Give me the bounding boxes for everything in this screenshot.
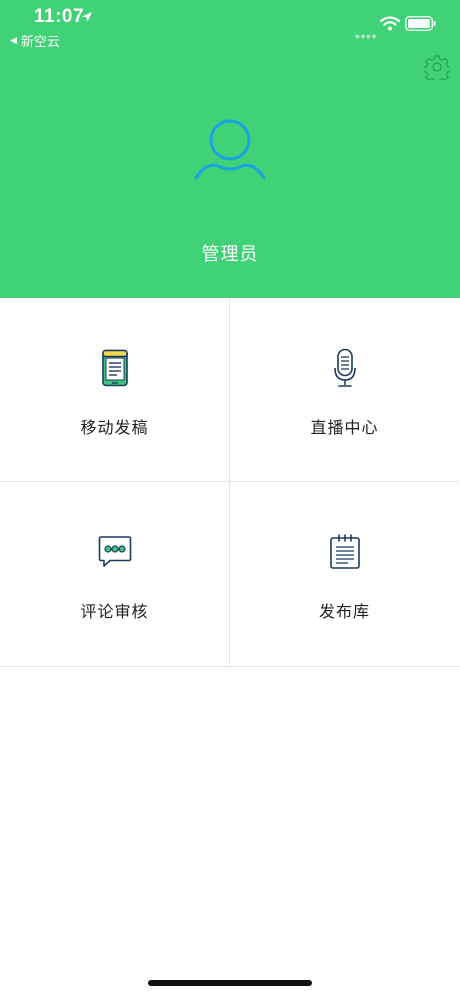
battery-icon bbox=[405, 16, 437, 36]
tile-label: 直播中心 bbox=[310, 420, 379, 437]
home-indicator[interactable] bbox=[148, 980, 312, 986]
status-time: 11:07 bbox=[34, 6, 85, 27]
back-button[interactable]: ◀ 新空云 bbox=[10, 31, 60, 50]
mobile-publish-tile[interactable]: 移动发稿 bbox=[0, 298, 230, 482]
avatar-icon[interactable] bbox=[194, 118, 266, 185]
notepad-icon bbox=[329, 532, 361, 572]
location-arrow-icon bbox=[81, 10, 93, 28]
microphone-icon bbox=[332, 348, 358, 388]
tile-label: 移动发稿 bbox=[80, 420, 149, 437]
wifi-icon bbox=[379, 16, 401, 36]
tile-label: 发布库 bbox=[318, 604, 370, 621]
mobile-document-icon bbox=[101, 348, 129, 388]
status-bar: 11:07 bbox=[0, 0, 460, 39]
back-arrow-icon: ◀ bbox=[10, 35, 17, 45]
chat-bubble-icon bbox=[98, 532, 132, 572]
user-name: 管理员 bbox=[201, 244, 259, 264]
function-grid: 移动发稿 直播中心 评论审核 发布库 bbox=[0, 298, 460, 667]
back-label: 新空云 bbox=[20, 34, 60, 49]
live-center-tile[interactable]: 直播中心 bbox=[230, 298, 459, 482]
publish-library-tile[interactable]: 发布库 bbox=[230, 482, 459, 665]
comment-review-tile[interactable]: 评论审核 bbox=[0, 482, 230, 665]
profile-header: 11:07 ◀ 新空云 管理员 bbox=[0, 0, 460, 298]
signal-icon bbox=[355, 26, 377, 44]
tile-label: 评论审核 bbox=[80, 604, 149, 621]
gear-icon[interactable] bbox=[422, 54, 452, 85]
